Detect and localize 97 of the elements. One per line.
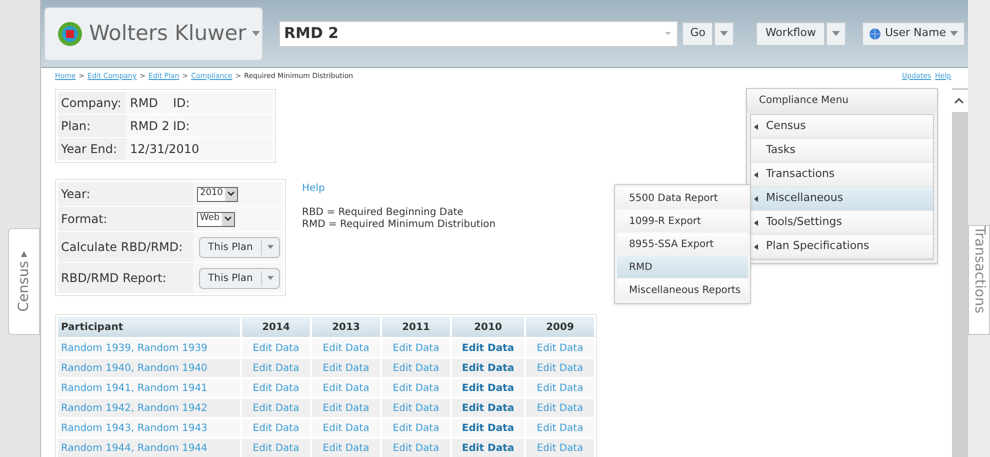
scrollbar[interactable]: [952, 88, 968, 457]
submenu-item[interactable]: 5500 Data Report: [617, 187, 748, 209]
column-header[interactable]: Participant: [58, 317, 240, 337]
menu-item[interactable]: Census: [751, 115, 933, 139]
edit-data-link[interactable]: Edit Data: [536, 382, 584, 394]
dropdown-button[interactable]: [714, 22, 734, 46]
field-label: Year:: [58, 182, 193, 206]
menu-item[interactable]: Tasks: [751, 139, 933, 163]
edit-data-link[interactable]: Edit Data: [252, 422, 300, 434]
field-value: RMD 2: [129, 118, 170, 135]
edit-data-link[interactable]: Edit Data: [392, 402, 440, 414]
transactions-side-tab[interactable]: Transactions: [968, 225, 990, 335]
legend-text: RBD = Required Beginning Date: [302, 207, 464, 219]
caret-icon: [720, 31, 728, 36]
edit-data-link[interactable]: Edit Data: [536, 442, 584, 454]
menu-item[interactable]: Tools/Settings: [751, 211, 933, 235]
caret-icon: [266, 245, 274, 249]
submenu-item[interactable]: Miscellaneous Reports: [617, 279, 748, 301]
logo-text: Wolters Kluwer: [89, 20, 246, 47]
format-select[interactable]: Web: [197, 212, 235, 226]
field-label: Year End:: [58, 138, 126, 160]
edit-data-link[interactable]: Edit Data: [252, 442, 300, 454]
edit-data-link[interactable]: Edit Data: [462, 422, 514, 434]
logo-icon: [57, 20, 83, 46]
workflow-button[interactable]: Workflow: [756, 22, 825, 46]
chevron-down-icon: [226, 191, 235, 197]
participant-link[interactable]: Random 1941, Random 1941: [61, 382, 208, 394]
caret-icon: [665, 32, 672, 35]
plan-scope-dropdown[interactable]: This Plan: [199, 268, 280, 288]
edit-data-link[interactable]: Edit Data: [322, 382, 370, 394]
participant-link[interactable]: Random 1939, Random 1939: [61, 342, 208, 354]
edit-data-link[interactable]: Edit Data: [322, 442, 370, 454]
field-label: Calculate RBD/RMD:: [58, 232, 193, 262]
edit-data-link[interactable]: Edit Data: [536, 422, 584, 434]
search-field[interactable]: RMD 2: [279, 20, 678, 46]
column-header[interactable]: 2009: [526, 317, 594, 337]
legend-text: RMD = Required Minimum Distribution: [302, 219, 496, 231]
census-side-tab[interactable]: Census: [8, 228, 40, 335]
field-label: RBD/RMD Report:: [58, 263, 193, 293]
participant-link[interactable]: Random 1942, Random 1942: [61, 402, 208, 414]
menu-title: Compliance Menu: [747, 89, 937, 113]
edit-data-link[interactable]: Edit Data: [392, 382, 440, 394]
edit-data-link[interactable]: Edit Data: [252, 382, 300, 394]
edit-data-link[interactable]: Edit Data: [322, 402, 370, 414]
edit-data-link[interactable]: Edit Data: [536, 342, 584, 354]
edit-data-link[interactable]: Edit Data: [252, 342, 300, 354]
user-menu-button[interactable]: User Name: [862, 22, 965, 46]
field-value: 12/31/2010: [129, 141, 200, 158]
column-header[interactable]: 2011: [382, 317, 450, 337]
caret-icon: [266, 276, 274, 280]
edit-data-link[interactable]: Edit Data: [392, 362, 440, 374]
edit-data-link[interactable]: Edit Data: [392, 342, 440, 354]
caret-icon: [832, 31, 840, 36]
edit-data-link[interactable]: Edit Data: [252, 402, 300, 414]
submenu-item[interactable]: 8955-SSA Export: [617, 233, 748, 255]
edit-data-link[interactable]: Edit Data: [536, 402, 584, 414]
plan-scope-dropdown[interactable]: This Plan: [199, 236, 280, 258]
submenu-item[interactable]: 1099-R Export: [617, 210, 748, 232]
menu-item[interactable]: Plan Specifications: [751, 235, 933, 259]
edit-data-link[interactable]: Edit Data: [322, 342, 370, 354]
year-select[interactable]: 2010: [197, 186, 238, 202]
field-label: ID:: [173, 118, 190, 135]
edit-data-link[interactable]: Edit Data: [322, 362, 370, 374]
menu-item[interactable]: Transactions: [751, 163, 933, 187]
edit-data-link[interactable]: Edit Data: [462, 362, 514, 374]
dropdown-button[interactable]: [826, 22, 846, 46]
edit-data-link[interactable]: Edit Data: [536, 362, 584, 374]
column-header[interactable]: 2010: [452, 317, 524, 337]
field-label: ID:: [173, 95, 190, 112]
edit-data-link[interactable]: Edit Data: [462, 402, 514, 414]
edit-data-link[interactable]: Edit Data: [252, 362, 300, 374]
edit-data-link[interactable]: Edit Data: [462, 342, 514, 354]
participant-link[interactable]: Random 1943, Random 1943: [61, 422, 208, 434]
edit-data-link[interactable]: Edit Data: [462, 442, 514, 454]
caret-icon: [950, 31, 958, 36]
caret-icon: [252, 31, 260, 36]
field-label: Company:: [58, 92, 126, 114]
edit-data-link[interactable]: Edit Data: [392, 442, 440, 454]
field-label: Format:: [58, 207, 193, 231]
field-value: RMD: [129, 95, 159, 112]
globe-icon: [868, 28, 881, 40]
participant-link[interactable]: Random 1940, Random 1940: [61, 362, 208, 374]
participant-link[interactable]: Random 1944, Random 1944: [61, 442, 208, 454]
field-label: Plan:: [58, 115, 126, 137]
go-button[interactable]: Go: [682, 22, 714, 46]
chevron-down-icon: [224, 216, 232, 222]
edit-data-link[interactable]: Edit Data: [322, 422, 370, 434]
help-link[interactable]: Help: [302, 181, 496, 196]
edit-data-link[interactable]: Edit Data: [392, 422, 440, 434]
arrow-icon: [21, 251, 27, 258]
column-header[interactable]: 2014: [242, 317, 310, 337]
column-header[interactable]: 2013: [312, 317, 380, 337]
menu-item[interactable]: Miscellaneous: [751, 187, 933, 211]
edit-data-link[interactable]: Edit Data: [462, 382, 514, 394]
logo-button[interactable]: Wolters Kluwer: [44, 6, 263, 60]
submenu-item[interactable]: RMD: [617, 256, 748, 278]
scroll-up-button[interactable]: [950, 90, 968, 112]
